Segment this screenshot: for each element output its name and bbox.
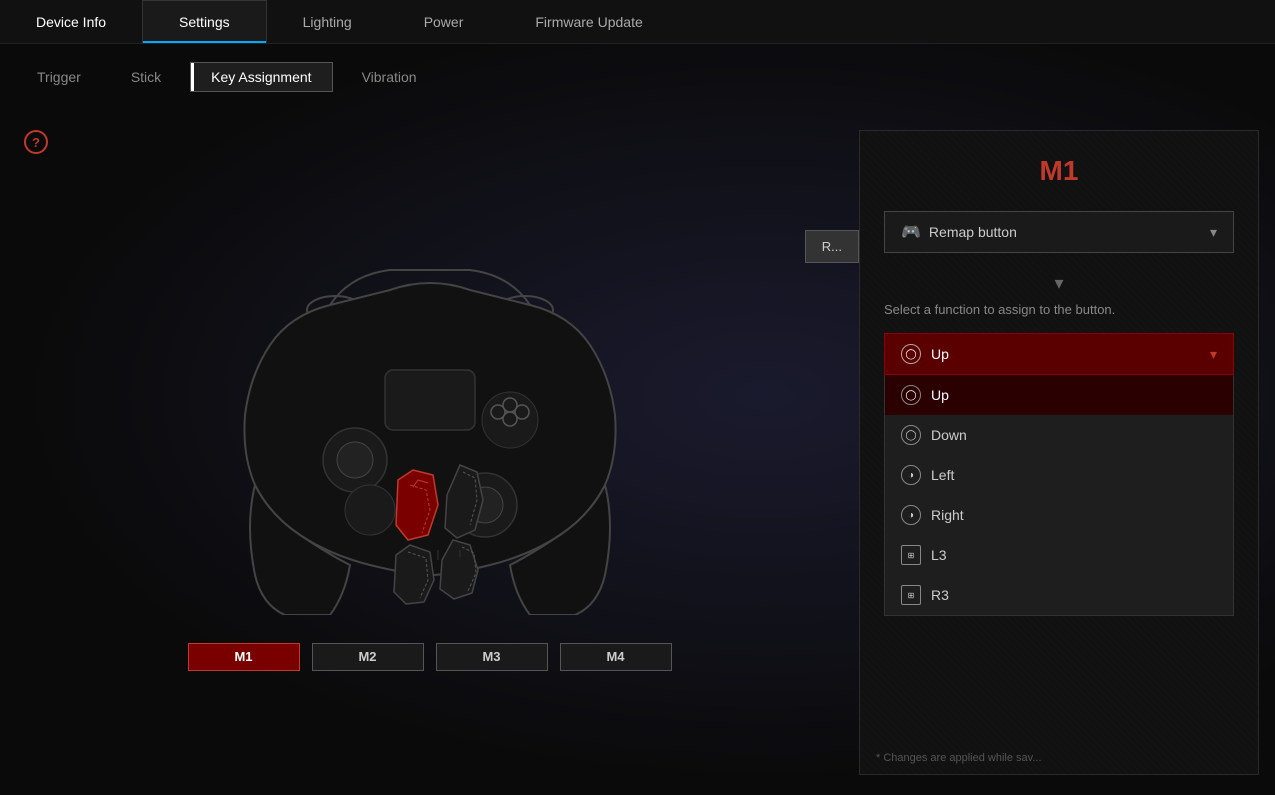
r3-icon: ⊞ <box>901 585 921 605</box>
right-panel: M1 🎮 Remap button ▾ ▾ Select a function … <box>859 130 1259 775</box>
tab-trigger[interactable]: Trigger <box>16 62 102 92</box>
bottom-note: * Changes are applied while sav... <box>876 752 1242 764</box>
tab-stick[interactable]: Stick <box>110 62 182 92</box>
remap-dropdown-row: 🎮 Remap button ▾ <box>884 211 1234 253</box>
function-list: ◯ Up ◯ Down ◑ Left ◑ Right ⊞ L3 <box>884 375 1234 616</box>
l3-icon: ⊞ <box>901 545 921 565</box>
down-icon: ◯ <box>901 425 921 445</box>
function-dropdown: ◯ Up ▾ ◯ Up ◯ Down ◑ Left <box>884 333 1234 616</box>
panel-title: M1 <box>884 155 1234 187</box>
tab-key-assignment[interactable]: Key Assignment <box>190 62 332 92</box>
m1-button[interactable]: M1 <box>188 643 300 671</box>
func-item-right[interactable]: ◑ Right <box>885 495 1233 535</box>
up-icon: ◯ <box>901 385 921 405</box>
controller-area: ? R... <box>0 110 859 795</box>
tab-vibration[interactable]: Vibration <box>341 62 438 92</box>
gamepad-icon: 🎮 <box>901 222 921 242</box>
left-icon: ◑ <box>901 465 921 485</box>
m4-button[interactable]: M4 <box>560 643 672 671</box>
controller-image <box>170 215 690 635</box>
remap-dropdown[interactable]: 🎮 Remap button ▾ <box>884 211 1234 253</box>
func-item-down[interactable]: ◯ Down <box>885 415 1233 455</box>
func-chevron-icon: ▾ <box>1210 346 1217 363</box>
nav-firmware-update[interactable]: Firmware Update <box>499 0 678 43</box>
nav-device-info[interactable]: Device Info <box>0 0 142 43</box>
nav-settings[interactable]: Settings <box>142 0 267 43</box>
remap-chevron-icon: ▾ <box>1210 224 1217 241</box>
m3-button[interactable]: M3 <box>436 643 548 671</box>
function-dropdown-header[interactable]: ◯ Up ▾ <box>884 333 1234 375</box>
m-buttons-row: M1 M2 M3 M4 <box>188 643 672 671</box>
help-icon[interactable]: ? <box>24 130 48 154</box>
m2-button[interactable]: M2 <box>312 643 424 671</box>
arrow-down-icon: ▾ <box>884 273 1234 294</box>
func-item-r3[interactable]: ⊞ R3 <box>885 575 1233 615</box>
top-right-button[interactable]: R... <box>805 230 859 263</box>
func-item-l3[interactable]: ⊞ L3 <box>885 535 1233 575</box>
nav-lighting[interactable]: Lighting <box>267 0 388 43</box>
main-content: ? R... <box>0 110 1275 795</box>
instruction-text: Select a function to assign to the butto… <box>884 302 1234 317</box>
nav-bar: Device Info Settings Lighting Power Firm… <box>0 0 1275 44</box>
func-item-up[interactable]: ◯ Up <box>885 375 1233 415</box>
sub-tabs: Trigger Stick Key Assignment Vibration <box>0 44 1275 110</box>
nav-power[interactable]: Power <box>388 0 500 43</box>
right-icon: ◑ <box>901 505 921 525</box>
func-item-left[interactable]: ◑ Left <box>885 455 1233 495</box>
selected-func-icon: ◯ <box>901 344 921 364</box>
